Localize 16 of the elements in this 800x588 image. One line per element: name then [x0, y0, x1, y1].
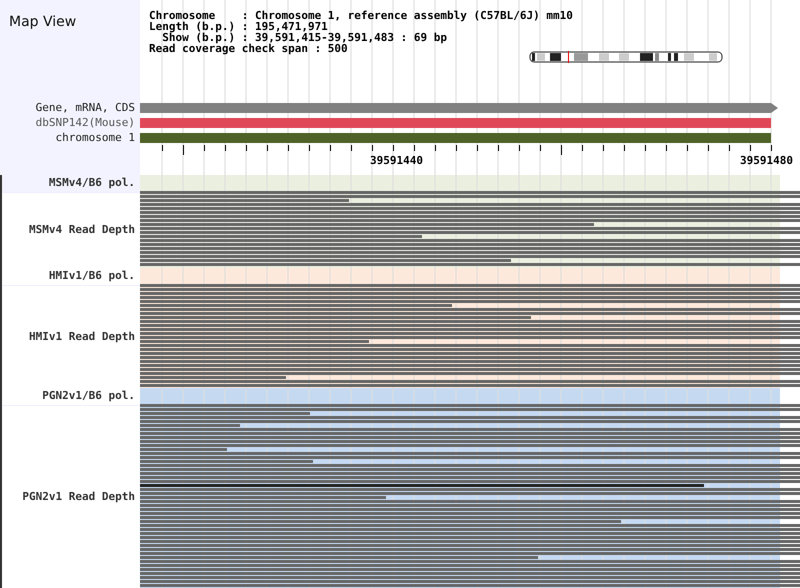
- track-label: dbSNP142(Mouse): [36, 117, 135, 128]
- polymorphism-label: MSMv4/B6 pol.: [48, 175, 135, 192]
- polymorphism-label: PGN2v1/B6 pol.: [42, 388, 135, 404]
- info-line: Length (b.p.) : 195,471,971: [149, 21, 328, 32]
- ruler-label: 39591480: [740, 153, 793, 169]
- track-label: Gene, mRNA, CDS: [36, 102, 135, 113]
- read-depth-label: HMIv1 Read Depth: [29, 328, 135, 345]
- info-line: Read coverage check span : 500: [149, 43, 348, 54]
- read-depth-label: MSMv4 Read Depth: [29, 222, 135, 238]
- ruler-label: 39591440: [370, 153, 423, 169]
- info-line: Chromosome : Chromosome 1, reference assembly (C57BL/6J) mm10: [149, 10, 573, 21]
- polymorphism-label: HMIv1/B6 pol.: [48, 268, 135, 284]
- track-label: chromosome 1: [56, 132, 135, 143]
- read-depth-label: PGN2v1 Read Depth: [22, 488, 135, 505]
- info-line: Show (b.p.) : 39,591,415-39,591,483 : 69 bp: [162, 32, 448, 43]
- view-title: Map View: [9, 14, 76, 30]
